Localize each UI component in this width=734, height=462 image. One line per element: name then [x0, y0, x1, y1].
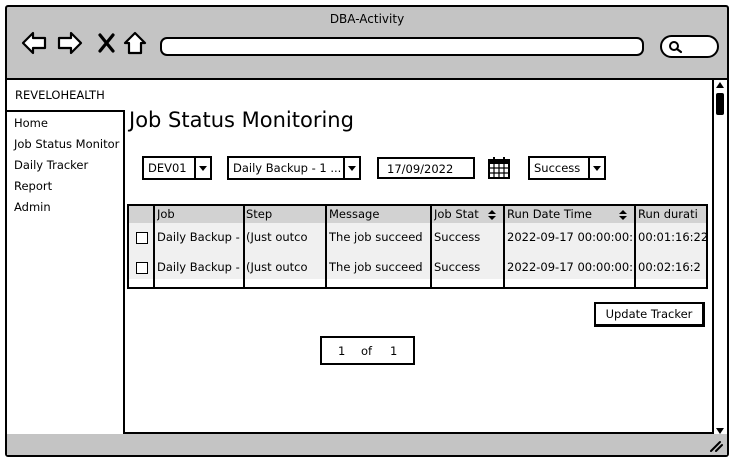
- home-icon[interactable]: [121, 29, 149, 57]
- cell-job: Daily Backup -: [157, 260, 240, 274]
- column-divider: [430, 206, 432, 287]
- sidebar-item-admin[interactable]: Admin: [7, 197, 123, 218]
- calendar-icon[interactable]: [487, 156, 511, 180]
- column-header-job[interactable]: Job: [157, 207, 241, 221]
- column-header-message[interactable]: Message: [329, 207, 428, 221]
- row-checkbox[interactable]: [136, 262, 148, 274]
- scroll-thumb[interactable]: [716, 93, 724, 115]
- page-of-label: of: [361, 344, 373, 358]
- cell-run-date: 2022-09-17 00:00:00:: [507, 230, 632, 244]
- column-divider: [243, 206, 245, 287]
- address-bar[interactable]: [160, 37, 644, 56]
- chevron-down-icon[interactable]: [343, 158, 359, 178]
- brand-label: REVELOHEALTH: [15, 88, 105, 102]
- chevron-down-icon[interactable]: [194, 158, 210, 178]
- browser-window: DBA-Activity REVELOHEALTH Home Job Statu…: [5, 5, 729, 457]
- scroll-up-icon[interactable]: [716, 82, 724, 88]
- sidebar-item-report[interactable]: Report: [7, 176, 123, 197]
- server-dropdown-value: DEV01: [148, 161, 187, 175]
- job-dropdown[interactable]: Daily Backup - 1 ...: [227, 156, 361, 180]
- chevron-down-icon[interactable]: [588, 158, 604, 178]
- search-icon: [669, 41, 683, 54]
- sort-icon[interactable]: [488, 210, 497, 221]
- date-field[interactable]: 17/09/2022: [377, 157, 475, 179]
- cell-status: Success: [434, 260, 481, 274]
- sidebar: Home Job Status Monitor Daily Tracker Re…: [5, 110, 125, 436]
- resize-grip-icon[interactable]: [709, 440, 723, 452]
- date-field-value: 17/09/2022: [387, 162, 454, 176]
- status-bar: [7, 434, 727, 455]
- sidebar-item-job-status-monitor[interactable]: Job Status Monitor: [7, 134, 123, 155]
- sidebar-item-daily-tracker[interactable]: Daily Tracker: [7, 155, 123, 176]
- column-divider: [153, 206, 155, 287]
- cell-duration: 00:02:16:2: [638, 260, 701, 274]
- job-status-table: Job Step Message Job Stat Run Date Time …: [127, 204, 708, 289]
- page-current[interactable]: 1: [338, 344, 345, 358]
- column-header-run-date-time[interactable]: Run Date Time: [507, 207, 612, 221]
- column-header-step[interactable]: Step: [246, 207, 323, 221]
- update-tracker-button[interactable]: Update Tracker: [594, 302, 705, 327]
- window-title: DBA-Activity: [329, 12, 405, 26]
- back-arrow-icon[interactable]: [20, 29, 48, 57]
- vertical-scrollbar[interactable]: [712, 80, 727, 436]
- row-checkbox[interactable]: [136, 232, 148, 244]
- cell-message: The job succeed: [329, 260, 423, 274]
- pagination: 1 of 1: [320, 336, 415, 365]
- search-box[interactable]: [660, 35, 719, 58]
- server-dropdown[interactable]: DEV01: [142, 156, 212, 180]
- cell-status: Success: [434, 230, 481, 244]
- column-divider: [325, 206, 327, 287]
- cell-run-date: 2022-09-17 00:00:00:: [507, 260, 632, 274]
- cell-step: (Just outco: [246, 260, 308, 274]
- status-dropdown-value: Success: [534, 161, 581, 175]
- forward-arrow-icon[interactable]: [56, 29, 84, 57]
- job-dropdown-value: Daily Backup - 1 ...: [233, 161, 342, 175]
- sidebar-item-home[interactable]: Home: [7, 113, 123, 134]
- column-header-job-status[interactable]: Job Stat: [434, 207, 486, 221]
- column-divider: [634, 206, 636, 287]
- status-dropdown[interactable]: Success: [528, 156, 606, 180]
- page-content: REVELOHEALTH Home Job Status Monitor Dai…: [5, 78, 727, 436]
- title-bar: DBA-Activity: [7, 7, 727, 77]
- cell-message: The job succeed: [329, 230, 423, 244]
- close-icon[interactable]: [93, 29, 121, 57]
- page-title: Job Status Monitoring: [129, 108, 354, 132]
- cell-job: Daily Backup -: [157, 230, 240, 244]
- cell-step: (Just outco: [246, 230, 308, 244]
- column-divider: [503, 206, 505, 287]
- column-header-run-duration[interactable]: Run durati: [638, 207, 706, 221]
- sort-icon[interactable]: [619, 210, 628, 221]
- cell-duration: 00:01:16:22: [638, 230, 708, 244]
- page-total: 1: [390, 344, 398, 358]
